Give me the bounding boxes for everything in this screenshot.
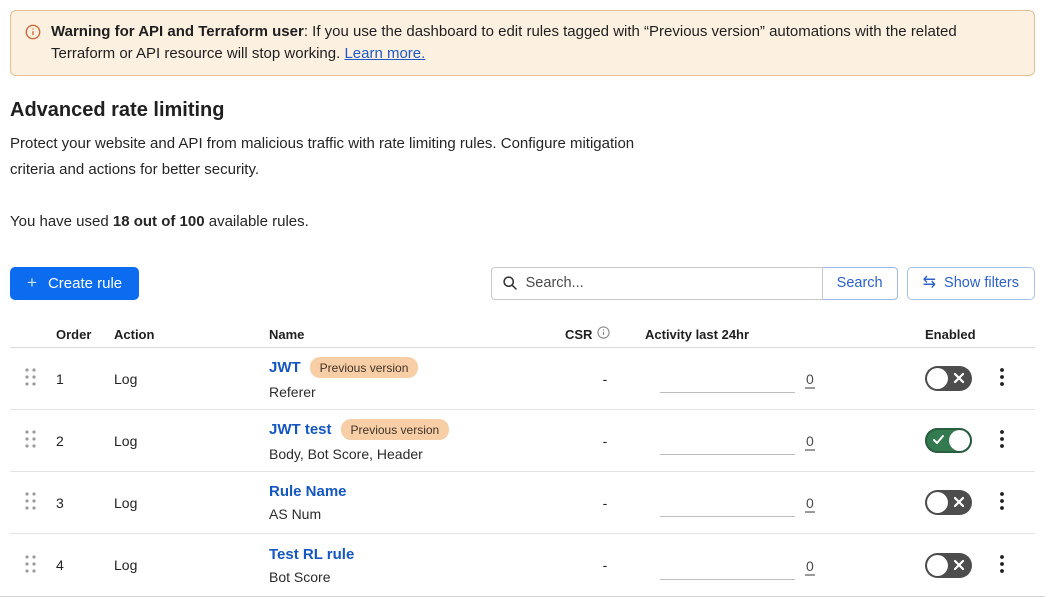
swap-arrows-icon: ⇆ <box>923 275 936 291</box>
check-icon <box>932 433 945 449</box>
activity-count-link[interactable]: 0 <box>805 434 815 451</box>
csr-value: - <box>565 371 645 387</box>
drag-handle[interactable] <box>10 428 56 453</box>
rule-criteria: Body, Bot Score, Header <box>269 446 565 462</box>
table-row: 3 Log Rule Name AS Num - 0 <box>10 472 1035 534</box>
rule-criteria: AS Num <box>269 506 565 522</box>
activity-sparkline <box>660 392 795 393</box>
kebab-menu-button[interactable] <box>991 367 1035 390</box>
activity-sparkline <box>660 516 795 517</box>
table-row: 4 Log Test RL rule Bot Score - 0 <box>10 534 1035 596</box>
header-order: Order <box>56 327 114 342</box>
usage-prefix: You have used <box>10 213 109 230</box>
activity-sparkline <box>660 579 795 580</box>
create-rule-label: Create rule <box>48 275 122 292</box>
activity-count-link[interactable]: 0 <box>805 496 815 513</box>
warning-info-icon <box>25 24 41 65</box>
enabled-toggle[interactable] <box>925 553 972 578</box>
activity-sparkline <box>660 454 795 455</box>
rule-name-link[interactable]: JWT <box>269 359 301 376</box>
toolbar: + Create rule Search ⇆ Show filters <box>10 266 1035 300</box>
enabled-toggle[interactable] <box>925 366 972 391</box>
table-header-row: Order Action Name CSR Activity last 24hr… <box>10 321 1035 348</box>
drag-handle[interactable] <box>10 366 56 391</box>
page-title: Advanced rate limiting <box>10 99 1035 122</box>
warning-text: Warning for API and Terraform user: If y… <box>51 21 1018 65</box>
page-description: Protect your website and API from malici… <box>10 131 635 183</box>
x-icon <box>952 495 966 512</box>
learn-more-link[interactable]: Learn more. <box>344 45 425 62</box>
enabled-toggle[interactable] <box>925 428 972 453</box>
plus-icon: + <box>27 273 37 293</box>
previous-version-badge: Previous version <box>341 419 450 440</box>
search-input[interactable] <box>491 267 823 300</box>
toggle-knob <box>949 430 970 451</box>
drag-handle[interactable] <box>10 553 56 578</box>
csr-value: - <box>565 495 645 511</box>
header-activity: Activity last 24hr <box>645 327 901 342</box>
toggle-knob <box>927 555 948 576</box>
warning-banner: Warning for API and Terraform user: If y… <box>10 10 1035 76</box>
table-row: 2 Log JWT test Previous version Body, Bo… <box>10 410 1035 472</box>
rule-criteria: Bot Score <box>269 569 565 585</box>
header-enabled: Enabled <box>901 327 991 342</box>
enabled-toggle[interactable] <box>925 490 972 515</box>
previous-version-badge: Previous version <box>310 357 419 378</box>
warning-title: Warning for API and Terraform user <box>51 23 304 40</box>
show-filters-button[interactable]: ⇆ Show filters <box>907 267 1035 300</box>
rule-action: Log <box>114 557 269 573</box>
header-action: Action <box>114 327 269 342</box>
x-icon <box>952 371 966 388</box>
activity-count-link[interactable]: 0 <box>805 559 815 576</box>
rule-order: 3 <box>56 495 114 511</box>
search-icon <box>502 275 518 296</box>
header-csr: CSR <box>565 327 592 342</box>
activity-count-link[interactable]: 0 <box>805 372 815 389</box>
usage-count: 18 out of 100 <box>113 213 205 230</box>
usage-suffix: available rules. <box>209 213 309 230</box>
header-name: Name <box>269 327 565 342</box>
kebab-menu-button[interactable] <box>991 429 1035 452</box>
toggle-knob <box>927 492 948 513</box>
rule-order: 1 <box>56 371 114 387</box>
csr-value: - <box>565 557 645 573</box>
show-filters-label: Show filters <box>944 275 1019 291</box>
search-button[interactable]: Search <box>822 267 898 300</box>
usage-summary: You have used 18 out of 100 available ru… <box>10 213 1035 230</box>
rule-action: Log <box>114 371 269 387</box>
rule-order: 4 <box>56 557 114 573</box>
rule-name-link[interactable]: JWT test <box>269 421 332 438</box>
rule-order: 2 <box>56 433 114 449</box>
x-icon <box>952 558 966 575</box>
rule-criteria: Referer <box>269 384 565 400</box>
kebab-menu-button[interactable] <box>991 491 1035 514</box>
rule-name-link[interactable]: Rule Name <box>269 483 347 500</box>
table-row: 1 Log JWT Previous version Referer - 0 <box>10 348 1035 410</box>
create-rule-button[interactable]: + Create rule <box>10 267 139 300</box>
rule-name-link[interactable]: Test RL rule <box>269 546 354 563</box>
drag-handle[interactable] <box>10 490 56 515</box>
rules-table: Order Action Name CSR Activity last 24hr… <box>10 321 1035 596</box>
kebab-menu-button[interactable] <box>991 554 1035 577</box>
toggle-knob <box>927 368 948 389</box>
rule-action: Log <box>114 433 269 449</box>
csr-value: - <box>565 433 645 449</box>
info-icon[interactable] <box>597 326 610 342</box>
rule-action: Log <box>114 495 269 511</box>
